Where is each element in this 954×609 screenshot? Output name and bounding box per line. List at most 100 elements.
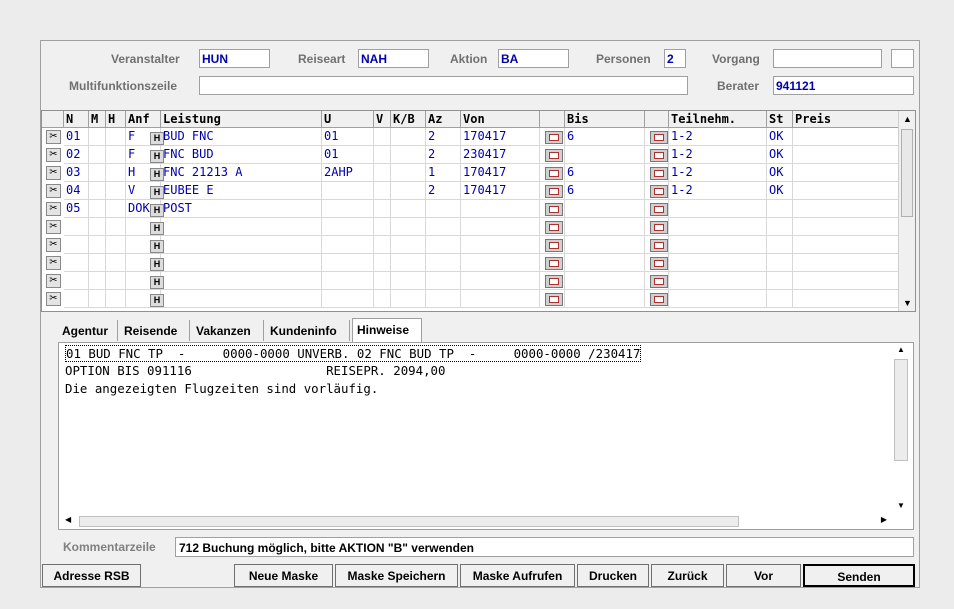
von-calendar-icon[interactable] <box>545 275 563 288</box>
h-button[interactable]: H <box>150 168 164 181</box>
cell-n[interactable]: 04 <box>64 182 89 200</box>
cell-teilnehm[interactable]: 1-2 <box>669 164 767 182</box>
scissors-icon[interactable]: ✂ <box>46 238 61 252</box>
cell-v[interactable] <box>374 218 391 236</box>
cell-von[interactable] <box>461 200 540 218</box>
bis-calendar-icon[interactable] <box>650 293 668 306</box>
grid-vertical-scrollbar[interactable]: ▲ ▼ <box>898 111 915 311</box>
cell-preis[interactable] <box>793 290 899 308</box>
scroll-right-arrow-icon[interactable]: ▶ <box>881 515 887 524</box>
cell-m[interactable] <box>89 290 106 308</box>
h-button[interactable]: H <box>150 294 164 307</box>
cell-h[interactable] <box>106 290 126 308</box>
cell-bis[interactable] <box>565 146 645 164</box>
cell-kb[interactable] <box>391 128 426 146</box>
cell-v[interactable] <box>374 272 391 290</box>
scissors-icon[interactable]: ✂ <box>46 274 61 288</box>
cell-v[interactable] <box>374 236 391 254</box>
vorgang-field[interactable] <box>773 49 882 68</box>
cell-teilnehm[interactable] <box>669 272 767 290</box>
cell-teilnehm[interactable] <box>669 290 767 308</box>
table-row[interactable]: ✂ 03 H FNC 21213 A 2AHP 1 170417 6 1-2 OK H <box>42 164 899 182</box>
senden-button[interactable]: Senden <box>803 564 915 587</box>
cell-n[interactable]: 05 <box>64 200 89 218</box>
cell-az[interactable]: 2 <box>426 128 461 146</box>
cell-von[interactable] <box>461 236 540 254</box>
h-button[interactable]: H <box>150 240 164 253</box>
table-row[interactable]: ✂ H <box>42 272 899 290</box>
cell-u[interactable] <box>322 290 374 308</box>
scissors-icon[interactable]: ✂ <box>46 148 61 162</box>
von-calendar-icon[interactable] <box>545 149 563 162</box>
textarea-hscroll-thumb[interactable] <box>79 516 739 527</box>
cell-st[interactable]: OK <box>767 182 793 200</box>
bis-calendar-icon[interactable] <box>650 275 668 288</box>
cell-von[interactable] <box>461 290 540 308</box>
cell-st[interactable]: OK <box>767 164 793 182</box>
drucken-button[interactable]: Drucken <box>577 564 649 587</box>
cell-az[interactable] <box>426 218 461 236</box>
cell-u[interactable] <box>322 236 374 254</box>
cell-teilnehm[interactable]: 1-2 <box>669 146 767 164</box>
cell-m[interactable] <box>89 218 106 236</box>
scissors-icon[interactable]: ✂ <box>46 130 61 144</box>
maske-speichern-button[interactable]: Maske Speichern <box>335 564 458 587</box>
cell-kb[interactable] <box>391 164 426 182</box>
cell-st[interactable] <box>767 236 793 254</box>
cell-h[interactable] <box>106 236 126 254</box>
tab-agentur[interactable]: Agentur <box>58 320 118 341</box>
cell-h[interactable] <box>106 272 126 290</box>
table-row[interactable]: ✂ H <box>42 218 899 236</box>
von-calendar-icon[interactable] <box>545 203 563 216</box>
cell-kb[interactable] <box>391 200 426 218</box>
h-button[interactable]: H <box>150 186 164 199</box>
cell-az[interactable] <box>426 272 461 290</box>
cell-bis[interactable] <box>565 218 645 236</box>
scissors-icon[interactable]: ✂ <box>46 220 61 234</box>
cell-n[interactable]: 01 <box>64 128 89 146</box>
cell-st[interactable] <box>767 290 793 308</box>
tab-hinweise[interactable]: Hinweise <box>352 318 422 342</box>
scroll-down-arrow-icon[interactable]: ▼ <box>897 501 905 510</box>
cell-kb[interactable] <box>391 236 426 254</box>
cell-von[interactable] <box>461 218 540 236</box>
berater-field[interactable]: 941121 <box>773 76 914 95</box>
cell-az[interactable]: 2 <box>426 182 461 200</box>
cell-preis[interactable] <box>793 164 899 182</box>
cell-n[interactable] <box>64 290 89 308</box>
cell-preis[interactable] <box>793 128 899 146</box>
tab-vakanzen[interactable]: Vakanzen <box>192 320 264 341</box>
cell-m[interactable] <box>89 128 106 146</box>
cell-teilnehm[interactable] <box>669 236 767 254</box>
adresse-rsb-button[interactable]: Adresse RSB <box>42 564 141 587</box>
bis-calendar-icon[interactable] <box>650 203 668 216</box>
tab-kundeninfo[interactable]: Kundeninfo <box>266 320 350 341</box>
zurueck-button[interactable]: Zurück <box>651 564 724 587</box>
scroll-left-arrow-icon[interactable]: ◀ <box>65 515 71 524</box>
aktion-field[interactable]: BA <box>498 49 569 68</box>
cell-u[interactable]: 01 <box>322 146 374 164</box>
cell-h[interactable] <box>106 146 126 164</box>
cell-von[interactable]: 170417 <box>461 128 540 146</box>
scissors-icon[interactable]: ✂ <box>46 184 61 198</box>
cell-st[interactable] <box>767 200 793 218</box>
scissors-icon[interactable]: ✂ <box>46 256 61 270</box>
cell-m[interactable] <box>89 182 106 200</box>
cell-n[interactable] <box>64 254 89 272</box>
bis-calendar-icon[interactable] <box>650 257 668 270</box>
table-row[interactable]: ✂ H <box>42 254 899 272</box>
table-row[interactable]: ✂ 04 V EUBEE E 2 170417 6 1-2 OK H <box>42 182 899 200</box>
maske-aufrufen-button[interactable]: Maske Aufrufen <box>460 564 575 587</box>
von-calendar-icon[interactable] <box>545 131 563 144</box>
cell-preis[interactable] <box>793 236 899 254</box>
bis-calendar-icon[interactable] <box>650 149 668 162</box>
tab-reisende[interactable]: Reisende <box>120 320 190 341</box>
cell-u[interactable] <box>322 182 374 200</box>
scroll-down-arrow-icon[interactable]: ▼ <box>899 295 915 311</box>
cell-m[interactable] <box>89 146 106 164</box>
cell-u[interactable]: 2AHP <box>322 164 374 182</box>
von-calendar-icon[interactable] <box>545 221 563 234</box>
cell-az[interactable] <box>426 290 461 308</box>
cell-kb[interactable] <box>391 290 426 308</box>
cell-st[interactable] <box>767 254 793 272</box>
